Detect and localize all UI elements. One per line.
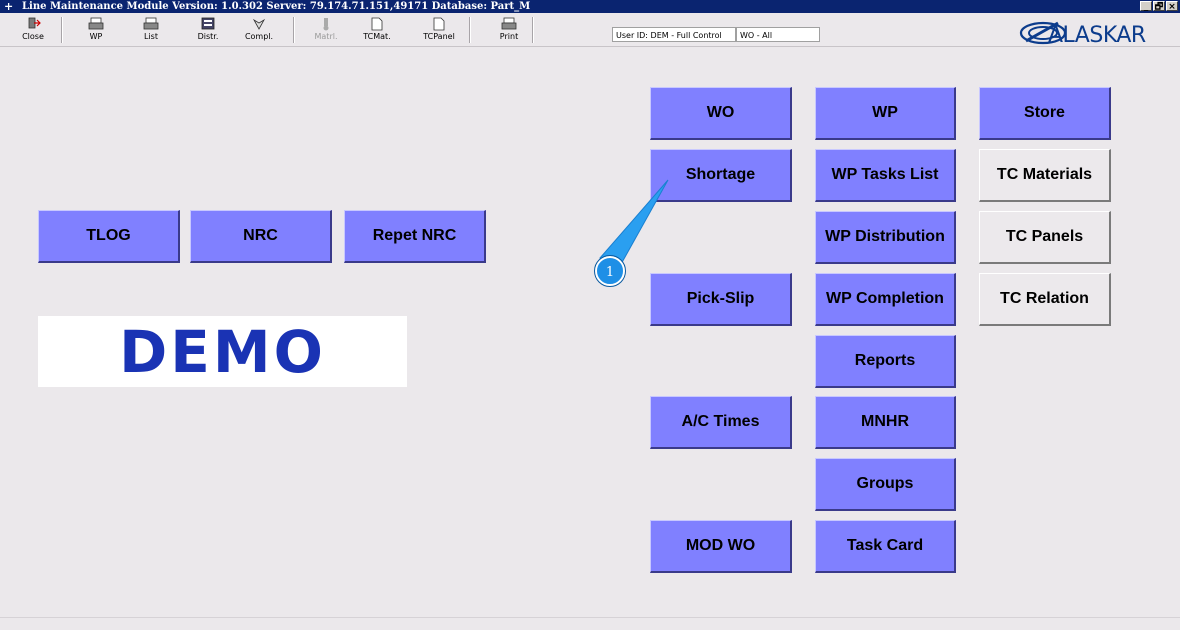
brand-logo-text: ALASKAR <box>1048 23 1146 48</box>
wo-filter-field: WO - All <box>736 27 820 42</box>
minimize-button[interactable]: _ <box>1140 1 1152 12</box>
title-bar: + Line Maintenance Module Version: 1.0.3… <box>0 0 1180 13</box>
document-icon <box>371 17 383 31</box>
printer-icon <box>501 17 517 30</box>
wp-button[interactable]: WP <box>815 87 956 140</box>
tc-materials-button[interactable]: TC Materials <box>979 149 1111 202</box>
app-icon: + <box>4 0 14 13</box>
task-card-button[interactable]: Task Card <box>815 520 956 573</box>
ac-times-button[interactable]: A/C Times <box>650 396 792 449</box>
callout-number: 1 <box>606 265 614 280</box>
window-title: Line Maintenance Module Version: 1.0.302… <box>22 1 531 12</box>
wp-tool-label: WP <box>89 32 103 41</box>
compl-tool-label: Compl. <box>244 32 274 41</box>
window-controls: _ 🗗 × <box>1140 1 1178 12</box>
nrc-button[interactable]: NRC <box>190 210 332 263</box>
document-icon <box>433 17 445 31</box>
status-bar <box>0 617 1180 630</box>
list-tool-label: List <box>144 32 158 41</box>
toolbar: Close WP List Distr. Compl. Matrl. TCMat… <box>0 13 1180 47</box>
distr-tool-label: Distr. <box>197 32 219 41</box>
print-tool-button[interactable]: Print <box>488 15 530 45</box>
tc-relation-button[interactable]: TC Relation <box>979 273 1111 326</box>
user-id-field: User ID: DEM - Full Control <box>612 27 736 42</box>
compl-tool-button[interactable]: Compl. <box>238 15 280 45</box>
mod-wo-button[interactable]: MOD WO <box>650 520 792 573</box>
completion-icon <box>252 18 266 30</box>
printer-icon <box>143 17 159 30</box>
close-tool-button[interactable]: Close <box>12 15 54 45</box>
printer-icon <box>88 17 104 30</box>
print-tool-label: Print <box>499 32 519 41</box>
wp-tasks-list-button[interactable]: WP Tasks List <box>815 149 956 202</box>
store-button[interactable]: Store <box>979 87 1111 140</box>
repet-nrc-button[interactable]: Repet NRC <box>344 210 486 263</box>
wp-distribution-button[interactable]: WP Distribution <box>815 211 956 264</box>
callout-marker: 1 <box>594 179 669 287</box>
wp-tool-button[interactable]: WP <box>75 15 117 45</box>
matrl-tool-label: Matrl. <box>314 32 338 41</box>
material-icon <box>323 18 329 31</box>
close-window-button[interactable]: × <box>1166 1 1178 12</box>
close-tool-label: Close <box>22 32 44 41</box>
mnhr-button[interactable]: MNHR <box>815 396 956 449</box>
wo-button[interactable]: WO <box>650 87 792 140</box>
tcmat-tool-button[interactable]: TCMat. <box>356 15 398 45</box>
matrl-tool-button[interactable]: Matrl. <box>305 15 347 45</box>
distribution-icon <box>201 17 215 30</box>
tcmat-tool-label: TCMat. <box>363 32 391 41</box>
reports-button[interactable]: Reports <box>815 335 956 388</box>
exit-icon <box>28 17 41 29</box>
distr-tool-button[interactable]: Distr. <box>187 15 229 45</box>
tc-panels-button[interactable]: TC Panels <box>979 211 1111 264</box>
demo-banner: DEMO <box>38 316 407 387</box>
wp-completion-button[interactable]: WP Completion <box>815 273 956 326</box>
list-tool-button[interactable]: List <box>130 15 172 45</box>
tlog-button[interactable]: TLOG <box>38 210 180 263</box>
tcpanel-tool-button[interactable]: TCPanel <box>418 15 460 45</box>
restore-button[interactable]: 🗗 <box>1153 1 1165 12</box>
groups-button[interactable]: Groups <box>815 458 956 511</box>
tcpanel-tool-label: TCPanel <box>423 32 455 41</box>
